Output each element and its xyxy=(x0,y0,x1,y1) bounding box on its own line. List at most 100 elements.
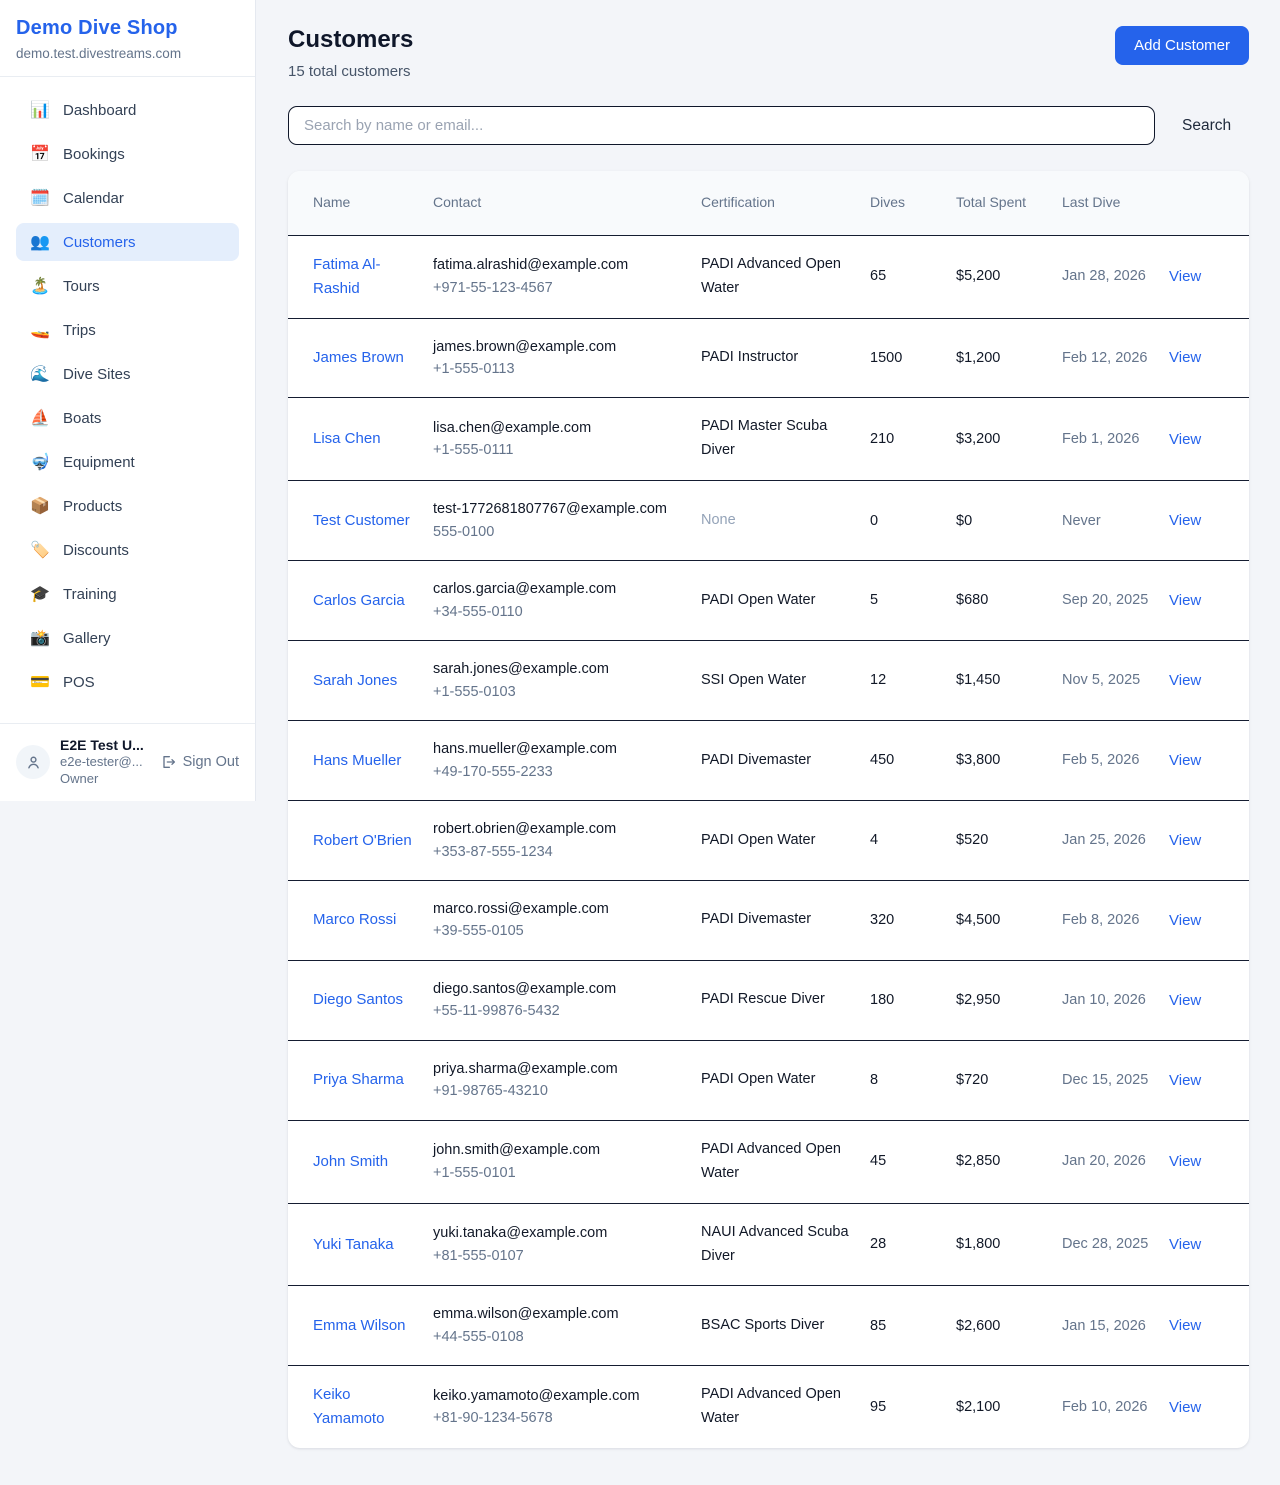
sidebar-item-pos[interactable]: 💳 POS xyxy=(16,663,239,701)
sidebar-item-bookings[interactable]: 📅 Bookings xyxy=(16,135,239,173)
customer-last-dive: Feb 10, 2026 xyxy=(1062,1366,1169,1449)
customer-email: test-1772681807767@example.com xyxy=(433,498,689,520)
page-header: Customers 15 total customers Add Custome… xyxy=(288,26,1249,80)
sidebar-item-equipment[interactable]: 🤿 Equipment xyxy=(16,443,239,481)
customer-last-dive: Jan 25, 2026 xyxy=(1062,801,1169,881)
table-row: John Smith john.smith@example.com +1-555… xyxy=(288,1120,1249,1203)
view-link[interactable]: View xyxy=(1169,512,1201,529)
sidebar: Demo Dive Shop demo.test.divestreams.com… xyxy=(0,0,256,801)
people-icon: 👥 xyxy=(30,232,50,252)
customer-certification: None xyxy=(701,481,870,561)
table-row: Priya Sharma priya.sharma@example.com +9… xyxy=(288,1040,1249,1120)
customer-email: diego.santos@example.com xyxy=(433,978,689,1000)
customer-name-link[interactable]: Marco Rossi xyxy=(313,911,396,928)
sidebar-item-discounts[interactable]: 🏷️ Discounts xyxy=(16,531,239,569)
customer-name-link[interactable]: Sarah Jones xyxy=(313,672,397,689)
sidebar-item-calendar[interactable]: 🗓️ Calendar xyxy=(16,179,239,217)
add-customer-button[interactable]: Add Customer xyxy=(1115,26,1249,65)
view-link[interactable]: View xyxy=(1169,431,1201,448)
sidebar-item-products[interactable]: 📦 Products xyxy=(16,487,239,525)
table-row: Marco Rossi marco.rossi@example.com +39-… xyxy=(288,880,1249,960)
customer-name-link[interactable]: Carlos Garcia xyxy=(313,592,405,609)
sidebar-item-customers[interactable]: 👥 Customers xyxy=(16,223,239,261)
sailboat-icon: ⛵ xyxy=(30,408,50,428)
customer-dives: 5 xyxy=(870,561,956,641)
customer-dives: 95 xyxy=(870,1366,956,1449)
customer-phone: 555-0100 xyxy=(433,521,689,543)
sidebar-item-training[interactable]: 🎓 Training xyxy=(16,575,239,613)
user-email: e2e-tester@... xyxy=(60,753,144,771)
user-info: E2E Test U... e2e-tester@... Owner xyxy=(60,737,144,788)
customer-email: emma.wilson@example.com xyxy=(433,1303,689,1325)
view-link[interactable]: View xyxy=(1169,1153,1201,1170)
customer-certification: PADI Open Water xyxy=(701,801,870,881)
view-link[interactable]: View xyxy=(1169,592,1201,609)
view-link[interactable]: View xyxy=(1169,1072,1201,1089)
island-icon: 🏝️ xyxy=(30,276,50,296)
customer-email: keiko.yamamoto@example.com xyxy=(433,1385,689,1407)
customer-name-link[interactable]: John Smith xyxy=(313,1153,388,1170)
sidebar-item-tours[interactable]: 🏝️ Tours xyxy=(16,267,239,305)
customer-last-dive: Nov 5, 2025 xyxy=(1062,641,1169,721)
column-header-dives: Dives xyxy=(870,171,956,235)
page-title: Customers xyxy=(288,26,413,54)
customer-dives: 1500 xyxy=(870,318,956,398)
customer-certification: PADI Master Scuba Diver xyxy=(701,398,870,481)
customer-dives: 45 xyxy=(870,1120,956,1203)
customer-name-link[interactable]: James Brown xyxy=(313,349,404,366)
view-link[interactable]: View xyxy=(1169,268,1201,285)
customer-name-link[interactable]: Keiko Yamamoto xyxy=(313,1386,384,1427)
customer-phone: +49-170-555-2233 xyxy=(433,761,689,783)
customer-last-dive: Feb 1, 2026 xyxy=(1062,398,1169,481)
sign-out-button[interactable]: Sign Out xyxy=(160,754,239,770)
sidebar-item-dashboard[interactable]: 📊 Dashboard xyxy=(16,91,239,129)
view-link[interactable]: View xyxy=(1169,992,1201,1009)
view-link[interactable]: View xyxy=(1169,752,1201,769)
customer-name-link[interactable]: Fatima Al-Rashid xyxy=(313,256,381,297)
sign-out-label: Sign Out xyxy=(183,754,239,770)
view-link[interactable]: View xyxy=(1169,912,1201,929)
customer-phone: +971-55-123-4567 xyxy=(433,277,689,299)
customer-last-dive: Feb 12, 2026 xyxy=(1062,318,1169,398)
customer-name-link[interactable]: Robert O'Brien xyxy=(313,832,412,849)
customer-last-dive: Dec 15, 2025 xyxy=(1062,1040,1169,1120)
customer-phone: +81-90-1234-5678 xyxy=(433,1407,689,1429)
sidebar-item-boats[interactable]: ⛵ Boats xyxy=(16,399,239,437)
view-link[interactable]: View xyxy=(1169,1399,1201,1416)
view-link[interactable]: View xyxy=(1169,1317,1201,1334)
view-link[interactable]: View xyxy=(1169,672,1201,689)
spiral-calendar-icon: 🗓️ xyxy=(30,188,50,208)
user-name: E2E Test U... xyxy=(60,737,144,753)
customer-name-link[interactable]: Hans Mueller xyxy=(313,752,401,769)
customer-name-link[interactable]: Priya Sharma xyxy=(313,1071,404,1088)
customers-table: NameContactCertificationDivesTotal Spent… xyxy=(288,171,1249,1448)
credit-card-icon: 💳 xyxy=(30,672,50,692)
customer-certification: PADI Open Water xyxy=(701,561,870,641)
customer-total-spent: $2,600 xyxy=(956,1286,1062,1366)
view-link[interactable]: View xyxy=(1169,1236,1201,1253)
search-button[interactable]: Search xyxy=(1182,117,1231,135)
customer-email: marco.rossi@example.com xyxy=(433,898,689,920)
customer-email: james.brown@example.com xyxy=(433,336,689,358)
graduation-cap-icon: 🎓 xyxy=(30,584,50,604)
customer-last-dive: Feb 5, 2026 xyxy=(1062,721,1169,801)
table-row: Lisa Chen lisa.chen@example.com +1-555-0… xyxy=(288,398,1249,481)
search-input[interactable] xyxy=(288,106,1155,145)
customer-name-link[interactable]: Lisa Chen xyxy=(313,430,381,447)
customer-name-link[interactable]: Test Customer xyxy=(313,512,410,529)
customer-certification: SSI Open Water xyxy=(701,641,870,721)
user-section: E2E Test U... e2e-tester@... Owner Sign … xyxy=(0,723,255,801)
sidebar-item-trips[interactable]: 🚤 Trips xyxy=(16,311,239,349)
customer-name-link[interactable]: Emma Wilson xyxy=(313,1317,406,1334)
view-link[interactable]: View xyxy=(1169,832,1201,849)
sidebar-item-dive-sites[interactable]: 🌊 Dive Sites xyxy=(16,355,239,393)
view-link[interactable]: View xyxy=(1169,349,1201,366)
table-row: James Brown james.brown@example.com +1-5… xyxy=(288,318,1249,398)
customer-last-dive: Feb 8, 2026 xyxy=(1062,880,1169,960)
customer-name-link[interactable]: Diego Santos xyxy=(313,991,403,1008)
customer-last-dive: Sep 20, 2025 xyxy=(1062,561,1169,641)
customer-name-link[interactable]: Yuki Tanaka xyxy=(313,1236,394,1253)
sidebar-item-gallery[interactable]: 📸 Gallery xyxy=(16,619,239,657)
customers-table-card: NameContactCertificationDivesTotal Spent… xyxy=(288,171,1249,1448)
table-row: Hans Mueller hans.mueller@example.com +4… xyxy=(288,721,1249,801)
